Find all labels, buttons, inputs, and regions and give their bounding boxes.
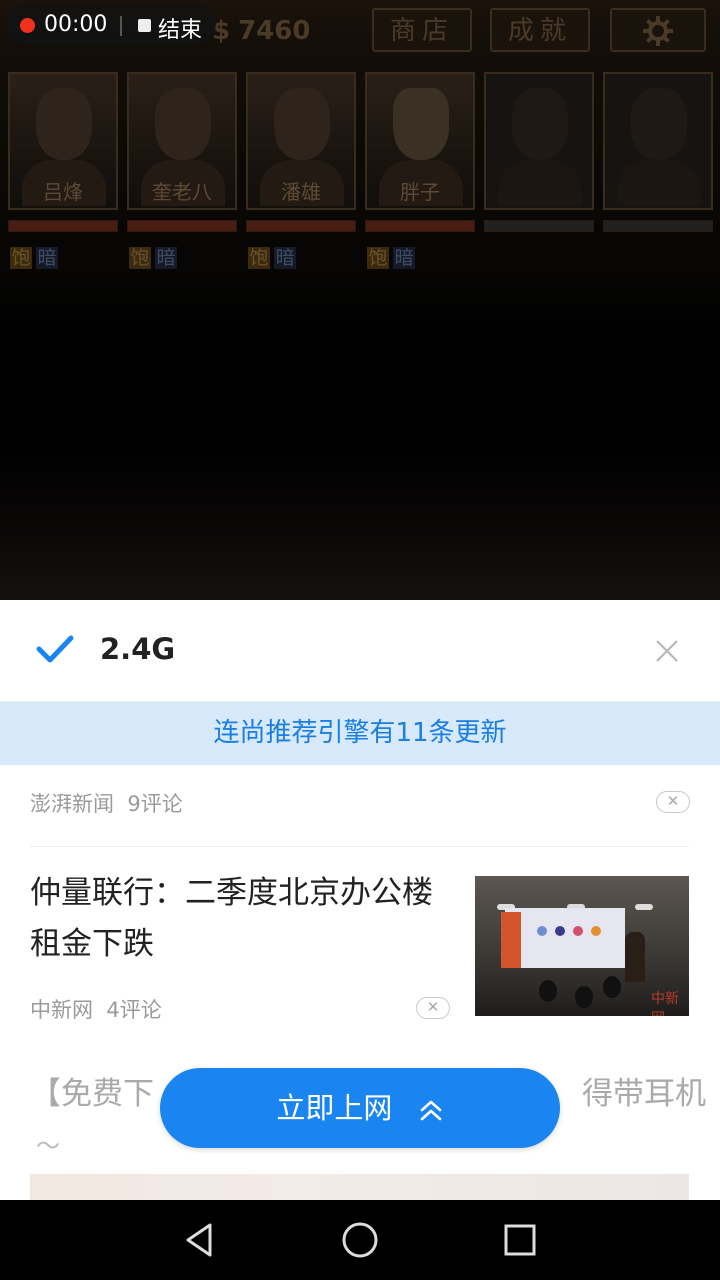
update-banner[interactable]: 连尚推荐引擎有11条更新 [0, 702, 720, 765]
silhouette-face [631, 88, 687, 160]
character-card-2[interactable]: 奎老八 [127, 72, 237, 210]
recording-time: 00:00 [44, 12, 108, 37]
character-slot-empty-2[interactable] [603, 72, 713, 210]
image-watermark: 中新网 [651, 991, 679, 1016]
status-full-tag: 饱 [367, 247, 389, 269]
status-full-tag: 饱 [129, 247, 151, 269]
character-name: 胖子 [400, 180, 440, 204]
screen-recording-indicator[interactable]: 00:00 结束 [6, 4, 216, 46]
slide-dot [555, 926, 565, 936]
double-chevron-up-icon [420, 1100, 441, 1121]
stop-recording-button[interactable]: 结束 [158, 12, 202, 44]
news-source-2: 中新网 4评论 [30, 994, 162, 1024]
status-dark-tag: 暗 [393, 247, 415, 269]
promo-title-right: 得带耳机 [582, 1076, 706, 1112]
wifi-connect-panel: 2.4G 连尚推荐引擎有11条更新 澎湃新闻 9评论 ✕ 仲量联行：二季度北京办… [0, 600, 720, 1200]
silhouette-body [617, 160, 701, 206]
health-bar-empty [484, 220, 594, 232]
health-bar [365, 220, 475, 232]
status-tags: 饱暗 [129, 247, 181, 269]
home-circle-icon[interactable] [340, 1220, 380, 1260]
silhouette-body [498, 160, 582, 206]
status-dark-tag: 暗 [274, 247, 296, 269]
back-triangle-icon[interactable] [180, 1220, 220, 1260]
status-full-tag: 饱 [248, 247, 270, 269]
health-bar [127, 220, 237, 232]
network-name: 2.4G [100, 632, 176, 666]
money-display: $7460 [212, 16, 310, 46]
dislike-button[interactable]: ✕ [656, 791, 690, 813]
character-card-1[interactable]: 吕烽 [8, 72, 118, 210]
audience-head [603, 976, 621, 998]
system-navigation-bar [0, 1200, 720, 1280]
character-card-4[interactable]: 胖子 [365, 72, 475, 210]
status-tags: 饱暗 [248, 247, 300, 269]
news-source-1: 澎湃新闻 9评论 [30, 788, 183, 818]
news-comments: 9评论 [127, 792, 183, 816]
network-row[interactable]: 2.4G [0, 600, 720, 702]
character-face [155, 88, 211, 160]
status-dark-tag: 暗 [155, 247, 177, 269]
recents-square-icon[interactable] [500, 1220, 540, 1260]
promo-image[interactable] [30, 1174, 689, 1200]
projection-screen [505, 908, 625, 968]
slide-dot [537, 926, 547, 936]
slide-logo [501, 912, 521, 968]
gear-icon [643, 16, 673, 46]
character-slot-empty-1[interactable] [484, 72, 594, 210]
promo-title-continuation: ～ [36, 1132, 60, 1160]
news-source: 澎湃新闻 [30, 792, 114, 816]
check-icon [36, 635, 74, 663]
slide-dot [573, 926, 583, 936]
dislike-button[interactable]: ✕ [416, 997, 450, 1019]
health-bar [8, 220, 118, 232]
go-online-button[interactable]: 立即上网 [160, 1068, 560, 1148]
recording-dot-icon [20, 18, 35, 33]
shop-button[interactable]: 商店 [372, 8, 472, 52]
divider [30, 846, 689, 847]
status-dark-tag: 暗 [36, 247, 58, 269]
go-online-label: 立即上网 [276, 1091, 393, 1125]
character-face [274, 88, 330, 160]
status-tags: 饱暗 [367, 247, 419, 269]
achievements-button[interactable]: 成就 [490, 8, 590, 52]
news-thumbnail[interactable]: 中新网 [475, 876, 689, 1016]
news-source: 中新网 [30, 998, 93, 1022]
health-bar [246, 220, 356, 232]
character-face [393, 88, 449, 160]
news-comments: 4评论 [106, 998, 162, 1022]
character-card-3[interactable]: 潘雄 [246, 72, 356, 210]
status-tags: 饱暗 [10, 247, 62, 269]
money-value: 7460 [238, 16, 311, 46]
status-full-tag: 饱 [10, 247, 32, 269]
character-name: 奎老八 [152, 180, 212, 204]
character-name: 吕烽 [43, 180, 83, 204]
audience-head [539, 980, 557, 1002]
stop-icon[interactable] [138, 19, 151, 32]
recording-separator [120, 16, 122, 36]
close-icon[interactable] [654, 638, 680, 664]
silhouette-face [512, 88, 568, 160]
settings-button[interactable] [610, 8, 706, 52]
presenter-figure [625, 932, 645, 982]
audience-head [575, 986, 593, 1008]
health-bar-empty [603, 220, 713, 232]
character-face [36, 88, 92, 160]
ceiling-lamp [635, 904, 653, 910]
game-background: $7460 商店 成就 吕烽 奎老八 潘雄 胖子 饱 暗 饱 暗 饱 暗 饱 暗 [0, 0, 720, 600]
slide-dot [591, 926, 601, 936]
character-name: 潘雄 [281, 180, 321, 204]
promo-title-left: 【免费下 [30, 1076, 154, 1112]
news-title[interactable]: 仲量联行：二季度北京办公楼租金下跌 [30, 868, 450, 970]
